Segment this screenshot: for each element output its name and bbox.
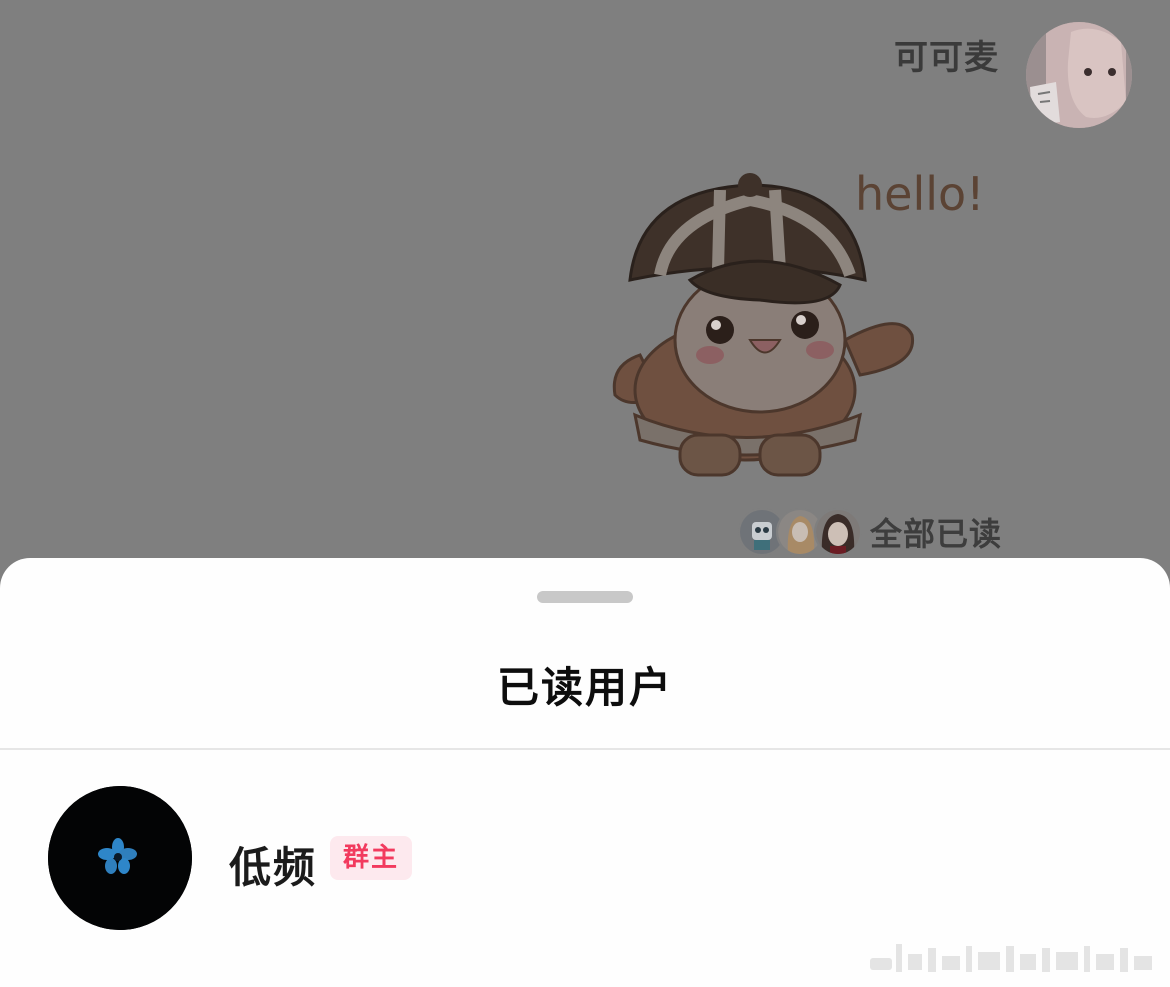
reader-avatar-3 [814,508,862,556]
sender-name: 可可麦 [894,38,999,78]
chat-background: 可可麦 hello! 全部已读 [0,0,1170,600]
sticker-hello-text: hello! [855,167,985,221]
watermark-icon [870,944,1152,972]
sheet-title: 已读用户 [496,663,673,712]
user-name: 低频 [229,843,318,892]
watermark-decoration [868,938,1158,976]
user-list-item[interactable]: 低频 群主 [0,750,1170,940]
bear-sticker[interactable]: hello! [600,160,1020,490]
read-users-sheet: 已读用户 低频 群主 [0,558,1170,987]
anime-girl-avatar-icon [1026,22,1132,128]
read-receipt-row[interactable]: 全部已读 [738,508,1002,556]
group-owner-badge: 群主 [330,836,413,880]
read-all-label[interactable]: 全部已读 [870,509,1002,555]
sheet-drag-handle[interactable] [537,591,633,603]
user-avatar[interactable] [48,786,192,930]
blue-flower-icon [48,786,192,930]
dark-hair-girl-avatar-icon [816,510,860,554]
sender-avatar[interactable] [1026,22,1132,128]
bear-sticker-image: hello! [612,167,985,477]
